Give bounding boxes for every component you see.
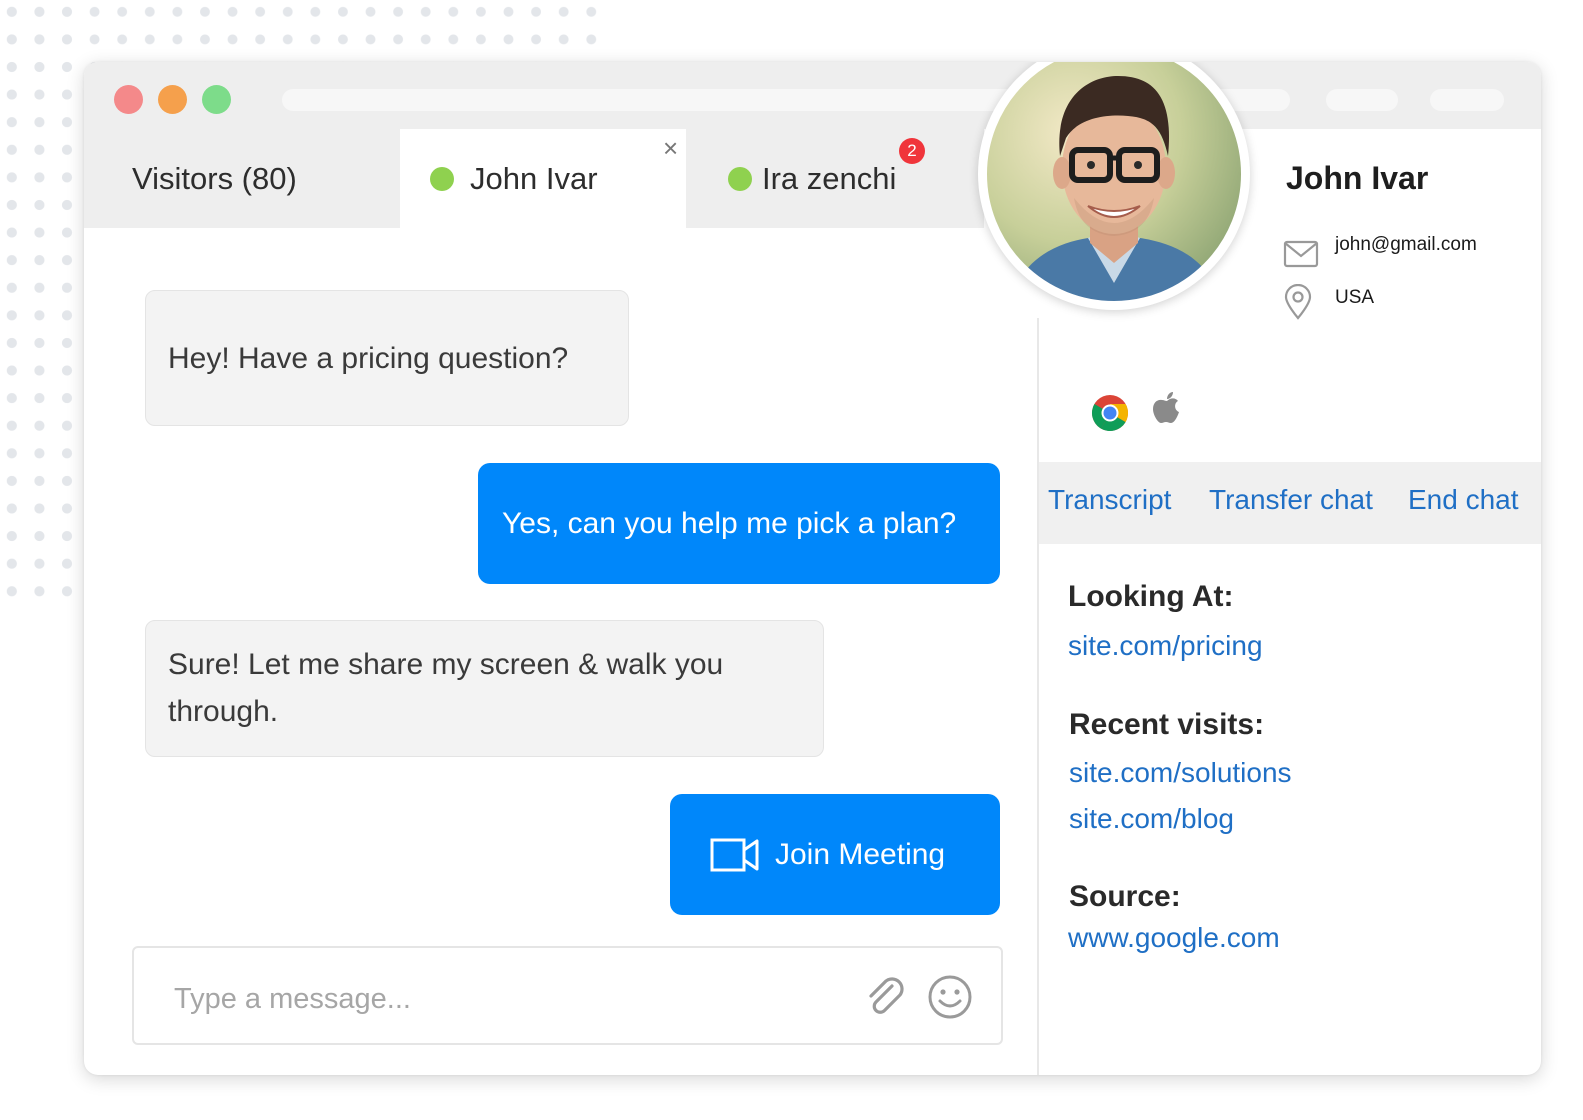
chat-tabs: Visitors (80) John Ivar × Ira zenchi <box>84 129 984 228</box>
mail-icon <box>1283 240 1319 268</box>
emoji-icon[interactable] <box>926 973 974 1021</box>
close-tab-icon[interactable]: × <box>663 135 678 161</box>
source-heading: Source: <box>1069 880 1181 913</box>
recent-visit-link[interactable]: site.com/blog <box>1069 803 1234 835</box>
paperclip-icon[interactable] <box>862 974 908 1020</box>
message-composer <box>132 946 1003 1045</box>
source-link[interactable]: www.google.com <box>1068 922 1280 954</box>
recent-visits-heading: Recent visits: <box>1069 708 1265 741</box>
message-bubble-agent: Yes, can you help me pick a plan? <box>478 463 1000 584</box>
visitor-location: USA <box>1335 287 1375 308</box>
message-text: Sure! Let me share my screen & walk you … <box>168 648 724 728</box>
tab-ira-zenchi-label: Ira zenchi <box>762 161 897 196</box>
chat-actions-bar: Transcript Transfer chat End chat <box>1039 462 1541 544</box>
tab-john-ivar-label: John Ivar <box>470 161 598 196</box>
apple-icon <box>1153 392 1179 423</box>
message-input[interactable] <box>172 978 776 1020</box>
toolbar-pill <box>1326 89 1398 111</box>
tab-ira-zenchi[interactable]: Ira zenchi <box>686 129 984 228</box>
message-bubble-visitor: Sure! Let me share my screen & walk you … <box>145 620 824 757</box>
looking-at-link[interactable]: site.com/pricing <box>1068 630 1263 662</box>
panel-divider <box>1037 318 1039 1075</box>
online-status-dot <box>728 167 752 191</box>
recent-visit-link[interactable]: site.com/solutions <box>1069 757 1292 789</box>
join-meeting-label: Join Meeting <box>775 838 946 871</box>
transcript-link[interactable]: Transcript <box>1048 484 1171 516</box>
video-camera-icon <box>710 838 759 872</box>
tab-visitors-label: Visitors (80) <box>132 161 297 196</box>
window-titlebar <box>84 62 1541 129</box>
background-dot-pattern-left <box>0 0 85 600</box>
join-meeting-button[interactable]: Join Meeting <box>670 794 1000 915</box>
close-window-button[interactable] <box>114 85 143 114</box>
maximize-window-button[interactable] <box>202 85 231 114</box>
transfer-chat-link[interactable]: Transfer chat <box>1209 484 1373 516</box>
tab-john-ivar[interactable]: John Ivar × <box>400 129 686 228</box>
message-text: Hey! Have a pricing question? <box>168 342 569 375</box>
message-text: Yes, can you help me pick a plan? <box>502 507 957 540</box>
message-bubble-visitor: Hey! Have a pricing question? <box>145 290 629 426</box>
online-status-dot <box>430 167 454 191</box>
toolbar-pill <box>1430 89 1504 111</box>
avatar <box>978 62 1250 310</box>
end-chat-link[interactable]: End chat <box>1408 484 1519 516</box>
location-pin-icon <box>1284 284 1312 320</box>
tab-visitors[interactable]: Visitors (80) <box>84 129 400 228</box>
minimize-window-button[interactable] <box>158 85 187 114</box>
looking-at-heading: Looking At: <box>1068 580 1234 613</box>
chrome-icon <box>1091 395 1129 432</box>
visitor-email: john@gmail.com <box>1335 234 1477 255</box>
visitor-name: John Ivar <box>1286 160 1429 196</box>
chat-app-window: Visitors (80) John Ivar × Ira zenchi 2 H… <box>84 62 1541 1075</box>
unread-count-badge: 2 <box>899 138 925 164</box>
avatar-photo <box>981 62 1247 307</box>
